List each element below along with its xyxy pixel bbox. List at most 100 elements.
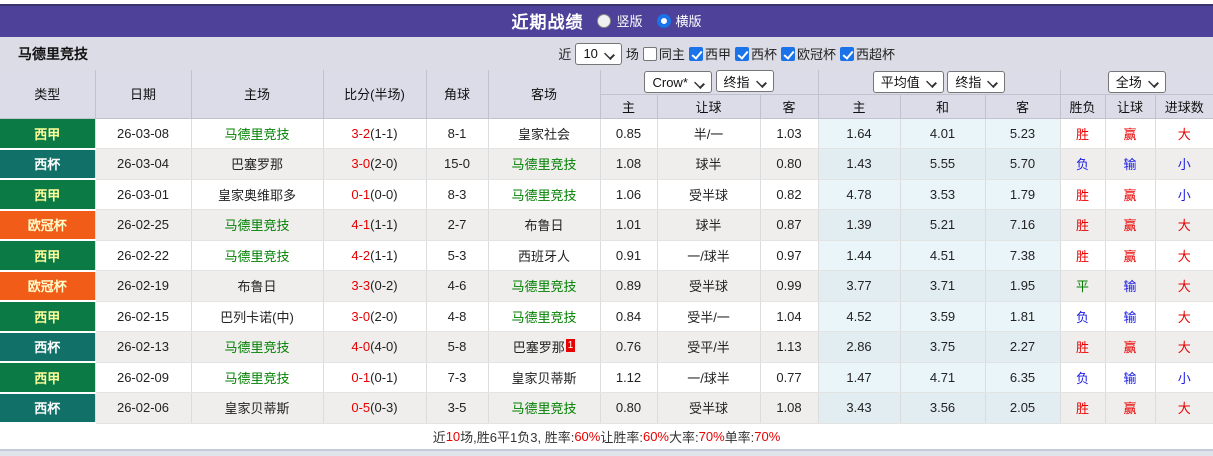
checkbox-checked-icon[interactable]	[839, 46, 854, 61]
goals-result: 小	[1155, 179, 1213, 210]
radio-checked-icon[interactable]	[656, 13, 671, 28]
home-team[interactable]: 巴列卡诺(中)	[220, 310, 294, 325]
half-time-score: (4-0)	[370, 339, 398, 355]
full-time-score: 0-1	[351, 369, 371, 385]
full-time-score: 4-2	[351, 247, 371, 263]
league-filter-copa[interactable]: 西杯	[734, 44, 777, 63]
full-time-score: 4-1	[351, 217, 371, 233]
away-team[interactable]: 皇家贝蒂斯	[511, 371, 576, 386]
match-result: 负	[1060, 148, 1106, 180]
table-row: 欧冠杯 26-02-19 布鲁日 3-3(0-2) 4-6 马德里竞技 0.89…	[0, 270, 1213, 302]
subheader-crow-away: 客	[760, 94, 819, 119]
crow-away-odds: 0.77	[760, 362, 819, 393]
full-time-score: 4-0	[351, 339, 371, 355]
away-team[interactable]: 马德里竞技	[511, 401, 576, 416]
match-date: 26-02-25	[95, 209, 192, 241]
away-team[interactable]: 布鲁日	[524, 218, 563, 233]
bookmaker-select[interactable]: Crow*	[644, 71, 712, 94]
away-team[interactable]: 马德里竞技	[511, 310, 576, 325]
home-team[interactable]: 皇家贝蒂斯	[224, 401, 289, 416]
away-team-badge: 1	[565, 339, 576, 353]
home-team[interactable]: 马德里竞技	[224, 340, 289, 355]
crow-home-odds: 0.89	[600, 270, 658, 302]
away-team-cell: 马德里竞技	[488, 179, 601, 210]
avg-draw-odds: 4.71	[900, 362, 986, 393]
checkbox-checked-icon[interactable]	[734, 46, 749, 61]
home-team[interactable]: 马德里竞技	[224, 218, 289, 233]
match-result: 胜	[1060, 118, 1106, 149]
avg-odds-stage-select[interactable]: 终指	[947, 70, 1006, 93]
away-team[interactable]: 巴塞罗那	[513, 340, 565, 355]
home-team[interactable]: 马德里竞技	[224, 127, 289, 142]
match-result: 胜	[1060, 179, 1106, 210]
radio-unchecked-icon[interactable]	[597, 13, 612, 28]
avg-home-odds: 1.43	[818, 148, 901, 180]
vertical-layout-radio[interactable]: 竖版	[597, 11, 643, 30]
match-date: 26-03-08	[95, 118, 192, 149]
chevron-down-icon	[695, 78, 704, 87]
avg-draw-odds: 3.75	[900, 331, 986, 363]
header-date: 日期	[95, 70, 192, 119]
match-count-select[interactable]: 10	[575, 42, 622, 65]
avg-away-odds: 1.81	[985, 301, 1061, 332]
league-filter-liga[interactable]: 西甲	[688, 44, 731, 63]
checkbox-checked-icon[interactable]	[780, 46, 795, 61]
crow-odds-stage-select[interactable]: 终指	[715, 70, 774, 93]
crow-home-odds: 0.91	[600, 240, 658, 271]
score-cell: 4-1(1-1)	[323, 209, 427, 241]
average-select[interactable]: 平均值	[872, 70, 944, 93]
corner-score: 4-8	[426, 301, 489, 332]
handicap-result: 输	[1105, 362, 1156, 393]
match-date: 26-02-13	[95, 331, 192, 363]
table-row: 西甲 26-03-08 马德里竞技 3-2(1-1) 8-1 皇家社会 0.85…	[0, 118, 1213, 150]
league-type-cell: 欧冠杯	[0, 209, 96, 241]
avg-home-odds: 3.43	[818, 392, 901, 424]
crow-header-cell: Crow* 终指	[600, 70, 819, 95]
full-time-score: 3-0	[351, 308, 371, 324]
half-time-score: (0-1)	[370, 369, 398, 385]
scope-select[interactable]: 全场	[1107, 70, 1166, 93]
crow-away-odds: 0.80	[760, 148, 819, 180]
full-time-score: 3-3	[351, 278, 371, 294]
checkbox-checked-icon[interactable]	[688, 46, 703, 61]
league-filter-ucl[interactable]: 欧冠杯	[780, 44, 836, 63]
home-team[interactable]: 布鲁日	[237, 279, 276, 294]
chevron-down-icon	[757, 77, 766, 86]
away-team[interactable]: 马德里竞技	[511, 188, 576, 203]
filters: 近 10 场 同主 西甲 西杯 欧冠杯 西超杯	[558, 42, 895, 65]
corner-score: 8-1	[426, 118, 489, 149]
games-label: 场	[625, 47, 639, 62]
away-team-cell: 布鲁日	[488, 209, 601, 241]
same-home-checkbox[interactable]: 同主	[642, 44, 685, 63]
handicap-result: 赢	[1105, 118, 1156, 149]
subheader-crow-home: 主	[600, 94, 658, 119]
league-type-cell: 西甲	[0, 301, 96, 333]
checkbox-unchecked-icon[interactable]	[642, 46, 657, 61]
chevron-down-icon	[988, 77, 997, 86]
away-team[interactable]: 马德里竞技	[511, 279, 576, 294]
away-team-cell: 马德里竞技	[488, 301, 601, 332]
away-team[interactable]: 皇家社会	[518, 127, 570, 142]
home-team[interactable]: 巴塞罗那	[231, 157, 283, 172]
away-team-cell: 巴塞罗那 1	[488, 331, 601, 363]
handicap-result: 赢	[1105, 392, 1156, 424]
win-rate: 60%	[574, 429, 601, 444]
home-team[interactable]: 马德里竞技	[224, 371, 289, 386]
near-label: 近	[558, 47, 572, 62]
match-result: 负	[1060, 362, 1106, 393]
table-row: 西甲 26-02-15 巴列卡诺(中) 3-0(2-0) 4-8 马德里竞技 0…	[0, 301, 1213, 333]
away-team[interactable]: 西班牙人	[518, 249, 570, 264]
home-team[interactable]: 皇家奥维耶多	[218, 188, 296, 203]
avg-home-odds: 1.64	[818, 118, 901, 149]
summary-count: 10	[445, 429, 461, 444]
avg-away-odds: 7.16	[985, 209, 1061, 241]
home-team[interactable]: 马德里竞技	[224, 249, 289, 264]
match-date: 26-02-09	[95, 362, 192, 393]
recent-results-panel: 近期战绩 竖版 横版 马德里竞技 近 10 场 同主 西甲 西杯 欧冠杯 西超杯…	[0, 0, 1213, 456]
horizontal-layout-radio[interactable]: 横版	[656, 11, 702, 30]
league-filter-supercup[interactable]: 西超杯	[839, 44, 895, 63]
toolbar: 马德里竞技 近 10 场 同主 西甲 西杯 欧冠杯 西超杯	[0, 37, 1213, 70]
away-team[interactable]: 马德里竞技	[511, 157, 576, 172]
handicap-result: 输	[1105, 148, 1156, 180]
bottom-divider	[0, 449, 1213, 456]
